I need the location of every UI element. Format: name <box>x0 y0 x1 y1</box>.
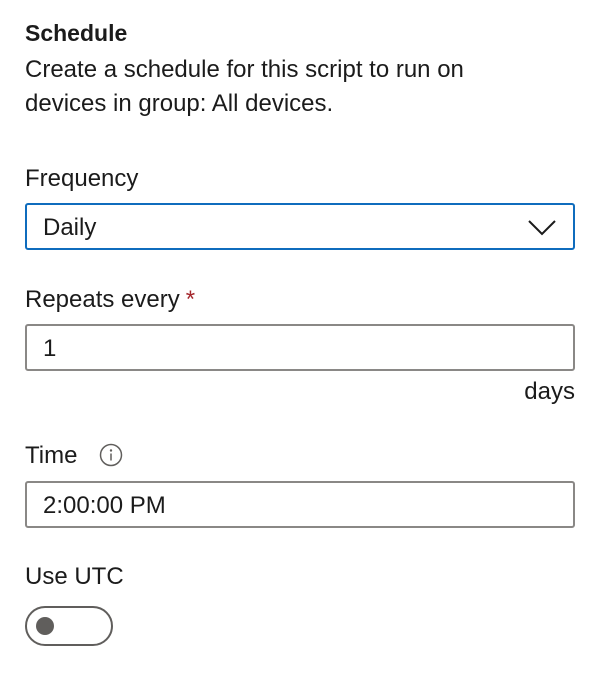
repeats-value: 1 <box>43 335 57 362</box>
time-label: Time <box>25 442 78 469</box>
repeats-label: Repeats every * <box>25 285 195 315</box>
frequency-value: Daily <box>43 214 97 241</box>
repeats-label-text: Repeats every <box>25 286 180 313</box>
chevron-down-icon <box>528 220 556 236</box>
frequency-dropdown[interactable]: Daily <box>25 203 575 250</box>
repeats-input[interactable]: 1 <box>25 324 575 371</box>
time-value: 2:00:00 PM <box>43 492 166 519</box>
toggle-knob <box>36 617 54 635</box>
required-marker: * <box>185 286 196 313</box>
repeats-unit: days <box>524 378 575 405</box>
use-utc-toggle[interactable] <box>25 606 113 646</box>
time-input[interactable]: 2:00:00 PM <box>25 481 575 528</box>
section-description: Create a schedule for this script to run… <box>25 56 464 117</box>
section-heading: Schedule <box>25 20 128 46</box>
frequency-label: Frequency <box>25 165 139 192</box>
use-utc-label: Use UTC <box>25 563 124 590</box>
info-icon[interactable] <box>99 443 123 467</box>
